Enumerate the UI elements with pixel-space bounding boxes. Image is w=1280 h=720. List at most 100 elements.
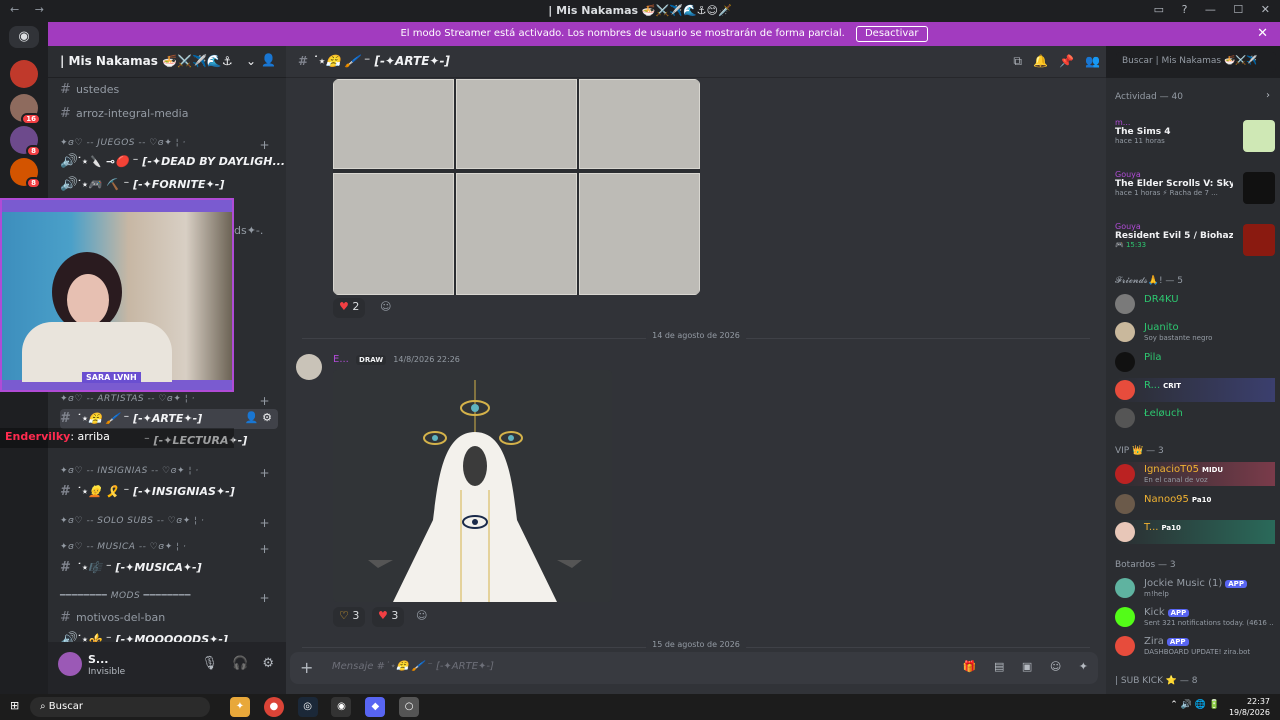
channel-item-partial[interactable]: ds✦-. bbox=[234, 224, 284, 244]
add-channel-icon[interactable]: + bbox=[259, 591, 270, 605]
sketch-image[interactable] bbox=[579, 173, 700, 295]
category-solo-subs[interactable]: ✦ɞ♡ -- SOLO SUBS -- ♡ɞ✦ ¦ · + bbox=[60, 516, 278, 536]
discord-home-icon[interactable]: ◉ bbox=[9, 26, 39, 48]
activity-item[interactable]: m... The Sims 4 hace 11 horas bbox=[1115, 118, 1275, 162]
system-tray[interactable]: ⌃ 🔊 🌐 🔋 bbox=[1170, 700, 1220, 710]
pin-icon[interactable]: 📌 bbox=[1059, 54, 1074, 68]
member-item[interactable]: Kick APP Sent 321 notifications today. (46… bbox=[1115, 605, 1275, 629]
member-item[interactable]: Łeløuch bbox=[1115, 406, 1275, 430]
search-icon: ⌕ bbox=[40, 701, 49, 712]
emoji-icon[interactable]: ☺ bbox=[1050, 660, 1061, 673]
member-item[interactable]: T... Pa10 bbox=[1115, 520, 1275, 544]
activity-item[interactable]: Gouya Resident Evil 5 / Biohazard 5 🎮 15… bbox=[1115, 222, 1275, 266]
member-item[interactable]: Zira APP DASHBOARD UPDATE! zira.bot bbox=[1115, 634, 1275, 658]
gif-icon[interactable]: ▤ bbox=[994, 660, 1004, 673]
sketch-image[interactable] bbox=[579, 79, 700, 169]
category-insignias[interactable]: ✦ɞ♡ -- INSIGNIAS -- ♡ɞ✦ ¦ · + bbox=[60, 466, 278, 486]
reaction-heart[interactable]: ♥ 3 bbox=[372, 607, 405, 627]
member-item[interactable]: Pila bbox=[1115, 350, 1275, 374]
sketch-image[interactable] bbox=[456, 173, 577, 295]
obs-icon[interactable]: ◉ bbox=[331, 697, 352, 717]
image-gallery[interactable] bbox=[333, 79, 700, 295]
close-icon[interactable]: ✕ bbox=[1257, 22, 1268, 46]
deactivate-button[interactable]: Desactivar bbox=[855, 26, 928, 42]
author-name[interactable]: E... bbox=[333, 354, 349, 365]
maximize-button[interactable]: ☐ bbox=[1233, 3, 1243, 16]
app-icon[interactable]: ○ bbox=[399, 697, 420, 717]
sparkle-icon[interactable]: ✦ bbox=[230, 697, 250, 717]
avatar[interactable] bbox=[296, 354, 322, 380]
apps-icon[interactable]: ✦ bbox=[1079, 660, 1088, 673]
activity-item[interactable]: Gouya The Elder Scrolls V: Skyrim... hac… bbox=[1115, 170, 1275, 214]
add-reaction-icon[interactable]: ☺ bbox=[374, 298, 397, 318]
reaction-heart[interactable]: ♥ 2 bbox=[333, 298, 366, 318]
add-reaction-icon[interactable]: ☺ bbox=[410, 607, 433, 627]
taskbar-search[interactable]: ⌕ Buscar bbox=[30, 697, 210, 717]
member-item[interactable]: R... CRIT bbox=[1115, 378, 1275, 402]
avatar bbox=[1115, 408, 1135, 428]
category-musica[interactable]: ✦ɞ♡ -- MUSICA -- ♡ɞ✦ ¦ · + bbox=[60, 542, 278, 562]
artwork-image[interactable] bbox=[333, 370, 612, 602]
chevron-down-icon[interactable]: ⌄ bbox=[246, 54, 256, 68]
microphone-icon[interactable]: 🎙 bbox=[201, 656, 218, 671]
sketch-image[interactable] bbox=[456, 79, 577, 169]
server-icon-active[interactable] bbox=[10, 60, 38, 88]
headphones-icon[interactable]: 🎧 bbox=[232, 656, 248, 671]
streamer-mode-banner: El modo Streamer está activado. Los nomb… bbox=[48, 22, 1280, 46]
avatar bbox=[1115, 380, 1135, 400]
member-group-header: 𝓕𝓻𝓲𝓮𝓷𝓭𝓼🙏! — 5 bbox=[1115, 276, 1184, 286]
chrome-icon[interactable]: ● bbox=[263, 697, 284, 717]
server-icon[interactable]: 8 bbox=[10, 126, 41, 157]
windows-start-icon[interactable]: ⊞ bbox=[10, 699, 24, 713]
add-channel-icon[interactable]: + bbox=[259, 542, 270, 556]
member-item[interactable]: IgnacioT05 MIDU En el canal de voz bbox=[1115, 462, 1275, 486]
channel-item-arte[interactable]: # ˙⋆😤 🖌️ ⁻ [-✦ARTE✦-] 👤 ⚙ bbox=[60, 409, 278, 429]
close-window-button[interactable]: ✕ bbox=[1261, 3, 1270, 16]
discord-icon[interactable]: ◆ bbox=[365, 697, 386, 717]
channel-item[interactable]: # ustedes bbox=[60, 82, 278, 102]
channel-item-musica[interactable]: # ˙⋆🎼 ⁻ [-✦MUSICA✦-] bbox=[60, 560, 278, 580]
gift-icon[interactable]: 🎁 bbox=[963, 660, 977, 673]
add-channel-icon[interactable]: + bbox=[259, 466, 270, 480]
mention-badge: 8 bbox=[26, 145, 41, 157]
inbox-icon[interactable]: ▭ bbox=[1154, 3, 1164, 16]
minimize-button[interactable]: — bbox=[1205, 3, 1216, 16]
hands-icon: ♡ bbox=[339, 609, 349, 622]
search-input[interactable]: Buscar | Mis Nakamas 🍜⚔️✈️ bbox=[1116, 52, 1276, 72]
server-icon[interactable]: 8 bbox=[10, 158, 41, 189]
server-icon[interactable]: 16 bbox=[10, 94, 41, 125]
add-channel-icon[interactable]: + bbox=[259, 394, 270, 408]
member-group-header: Botardos — 3 bbox=[1115, 560, 1176, 570]
sticker-icon[interactable]: ▣ bbox=[1022, 660, 1032, 673]
threads-icon[interactable]: ⧉ bbox=[1013, 54, 1022, 69]
sketch-image[interactable] bbox=[333, 79, 454, 169]
server-header[interactable]: | Mis Nakamas 🍜⚔️✈️🌊⚓ ⌄ 👤 bbox=[48, 46, 286, 78]
chevron-right-icon[interactable]: › bbox=[1266, 90, 1270, 101]
member-item[interactable]: Juanito Soy bastante negro bbox=[1115, 320, 1275, 344]
channel-item-insignias[interactable]: # ˙⋆👱 🎗️ ⁻ [-✦INSIGNIAS✦-] bbox=[60, 484, 278, 504]
upload-plus-icon[interactable]: + bbox=[300, 658, 313, 677]
member-item[interactable]: DR4KU bbox=[1115, 292, 1275, 316]
bell-icon[interactable]: 🔔 bbox=[1033, 54, 1048, 68]
add-channel-icon[interactable]: + bbox=[259, 138, 270, 152]
reaction-hands[interactable]: ♡ 3 bbox=[333, 607, 366, 627]
clock[interactable]: 22:37 19/8/2026 bbox=[1229, 696, 1270, 718]
voice-channel-item[interactable]: 🔊˙⋆🎮 ⛏️ ⁻ [-✦FORNITE✦-] bbox=[60, 177, 278, 197]
member-item[interactable]: Nanoo95 Pa10 bbox=[1115, 492, 1275, 516]
help-icon[interactable]: ? bbox=[1182, 3, 1188, 16]
steam-icon[interactable]: ◎ bbox=[297, 697, 318, 717]
sketch-image[interactable] bbox=[333, 173, 454, 295]
add-member-icon[interactable]: 👤 bbox=[261, 53, 276, 67]
channel-item[interactable]: # arroz-integral-media bbox=[60, 106, 278, 126]
members-icon[interactable]: 👥 bbox=[1085, 54, 1100, 68]
channel-item[interactable]: # motivos-del-ban bbox=[60, 610, 278, 630]
member-item[interactable]: Jockie Music (1) APP m!help bbox=[1115, 576, 1275, 600]
add-channel-icon[interactable]: + bbox=[259, 516, 270, 530]
voice-channel-item[interactable]: 🔊˙⋆🔪 ⊸🔴 ⁻ [-✦DEAD BY DAYLIGH... bbox=[60, 154, 285, 174]
gear-icon[interactable]: ⚙ bbox=[262, 656, 274, 671]
avatar bbox=[1115, 636, 1135, 656]
message-input[interactable]: Mensaje #˙⋆😤 🖌️ ⁻ [-✦ARTE✦-] bbox=[332, 661, 494, 672]
avatar[interactable] bbox=[58, 652, 82, 676]
category-mods[interactable]: ━━━━━━━━ MODS ━━━━━━━━ + bbox=[60, 591, 278, 611]
channel-settings-icon[interactable]: 👤 ⚙ bbox=[245, 411, 272, 424]
